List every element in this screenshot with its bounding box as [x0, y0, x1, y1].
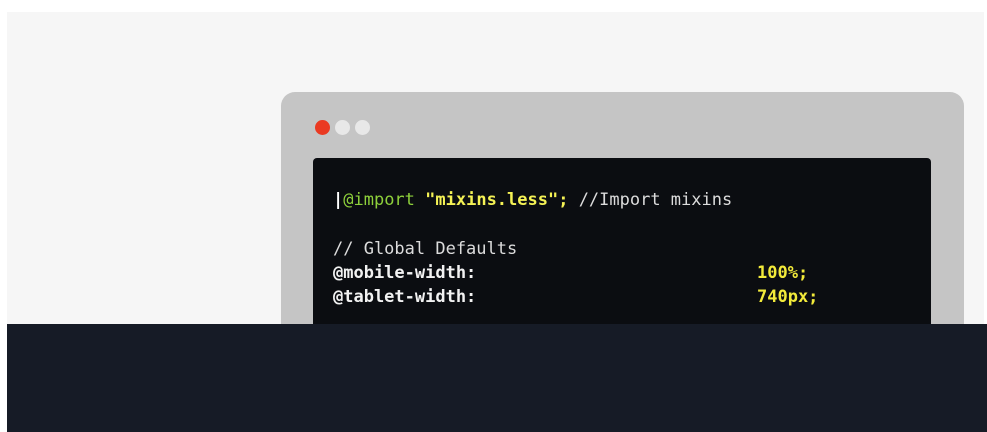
minimize-icon[interactable] — [335, 120, 350, 135]
code-line-import: |@import "mixins.less"; //Import mixins — [333, 190, 732, 210]
mobile-width-value: 100%; — [757, 263, 809, 283]
window-controls — [315, 120, 370, 135]
code-line-tablet-width: @tablet-width: — [333, 287, 476, 307]
code-line-mobile-width: @mobile-width: — [333, 263, 476, 283]
footer-section — [7, 324, 987, 432]
global-defaults-comment: // Global Defaults — [333, 239, 518, 259]
close-icon[interactable] — [315, 120, 330, 135]
text-cursor: | — [333, 190, 344, 210]
tablet-width-variable: @tablet-width: — [333, 287, 477, 307]
tablet-width-value: 740px; — [757, 287, 819, 307]
import-path: "mixins.less"; — [425, 190, 569, 210]
mobile-width-variable: @mobile-width: — [333, 263, 477, 283]
maximize-icon[interactable] — [355, 120, 370, 135]
import-keyword: @import — [343, 190, 415, 210]
import-comment: //Import mixins — [568, 190, 733, 210]
code-line-comment: // Global Defaults — [333, 239, 517, 259]
page: |@import "mixins.less"; //Import mixins … — [0, 0, 987, 432]
